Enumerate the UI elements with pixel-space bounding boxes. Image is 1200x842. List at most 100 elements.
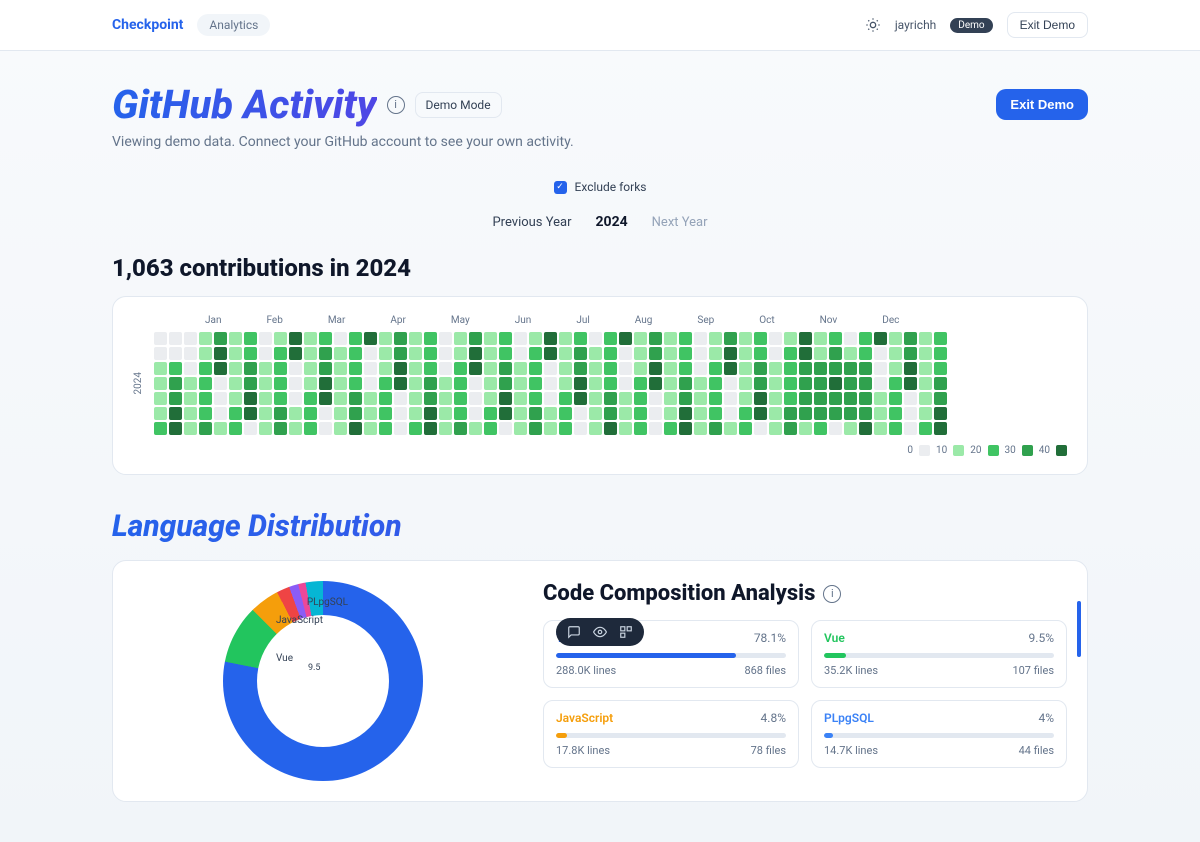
contribution-cell[interactable] [544, 362, 557, 375]
contribution-cell[interactable] [319, 407, 332, 420]
contribution-cell[interactable] [199, 377, 212, 390]
contribution-cell[interactable] [424, 332, 437, 345]
contribution-cell[interactable] [529, 332, 542, 345]
contribution-cell[interactable] [694, 407, 707, 420]
contribution-cell[interactable] [394, 377, 407, 390]
contribution-cell[interactable] [844, 407, 857, 420]
contribution-cell[interactable] [679, 422, 692, 435]
contribution-cell[interactable] [604, 332, 617, 345]
contribution-cell[interactable] [709, 362, 722, 375]
contribution-cell[interactable] [664, 407, 677, 420]
contribution-cell[interactable] [559, 422, 572, 435]
contribution-cell[interactable] [664, 422, 677, 435]
info-icon[interactable]: i [823, 585, 841, 603]
contribution-cell[interactable] [364, 377, 377, 390]
contribution-cell[interactable] [634, 362, 647, 375]
contribution-cell[interactable] [814, 392, 827, 405]
contribution-cell[interactable] [409, 407, 422, 420]
contribution-cell[interactable] [184, 332, 197, 345]
eye-icon[interactable] [592, 624, 608, 640]
contribution-cell[interactable] [709, 422, 722, 435]
contribution-cell[interactable] [874, 422, 887, 435]
contribution-cell[interactable] [754, 377, 767, 390]
contribution-cell[interactable] [394, 332, 407, 345]
contribution-cell[interactable] [829, 377, 842, 390]
contribution-cell[interactable] [799, 407, 812, 420]
contribution-cell[interactable] [589, 422, 602, 435]
contribution-cell[interactable] [484, 422, 497, 435]
contribution-cell[interactable] [934, 392, 947, 405]
contribution-cell[interactable] [364, 347, 377, 360]
contribution-cell[interactable] [349, 377, 362, 390]
contribution-cell[interactable] [589, 392, 602, 405]
contribution-cell[interactable] [859, 407, 872, 420]
contribution-cell[interactable] [634, 422, 647, 435]
contribution-cell[interactable] [499, 392, 512, 405]
contribution-cell[interactable] [589, 377, 602, 390]
contribution-cell[interactable] [664, 377, 677, 390]
contribution-cell[interactable] [334, 362, 347, 375]
contribution-cell[interactable] [544, 422, 557, 435]
contribution-cell[interactable] [664, 392, 677, 405]
contribution-cell[interactable] [214, 362, 227, 375]
contribution-cell[interactable] [529, 392, 542, 405]
contribution-cell[interactable] [784, 392, 797, 405]
contribution-cell[interactable] [274, 377, 287, 390]
contribution-cell[interactable] [634, 377, 647, 390]
contribution-cell[interactable] [319, 332, 332, 345]
contribution-cell[interactable] [199, 407, 212, 420]
contribution-cell[interactable] [844, 362, 857, 375]
username-label[interactable]: jayrichh [895, 18, 936, 32]
contribution-cell[interactable] [814, 347, 827, 360]
contribution-cell[interactable] [904, 332, 917, 345]
contribution-cell[interactable] [694, 332, 707, 345]
contribution-cell[interactable] [289, 347, 302, 360]
contribution-cell[interactable] [514, 392, 527, 405]
contribution-cell[interactable] [199, 332, 212, 345]
contribution-cell[interactable] [814, 422, 827, 435]
contribution-cell[interactable] [589, 332, 602, 345]
contribution-cell[interactable] [829, 347, 842, 360]
contribution-cell[interactable] [889, 392, 902, 405]
contribution-cell[interactable] [724, 377, 737, 390]
contribution-cell[interactable] [649, 332, 662, 345]
contribution-cell[interactable] [604, 422, 617, 435]
contribution-cell[interactable] [514, 407, 527, 420]
contribution-cell[interactable] [259, 377, 272, 390]
contribution-cell[interactable] [319, 392, 332, 405]
contribution-cell[interactable] [514, 377, 527, 390]
contribution-cell[interactable] [424, 407, 437, 420]
contribution-cell[interactable] [364, 422, 377, 435]
contribution-cell[interactable] [469, 332, 482, 345]
contribution-cell[interactable] [889, 407, 902, 420]
contribution-cell[interactable] [859, 332, 872, 345]
contribution-cell[interactable] [334, 347, 347, 360]
contribution-cell[interactable] [769, 407, 782, 420]
contribution-cell[interactable] [799, 347, 812, 360]
contribution-cell[interactable] [784, 347, 797, 360]
contribution-cell[interactable] [649, 392, 662, 405]
contribution-cell[interactable] [799, 332, 812, 345]
contribution-cell[interactable] [934, 377, 947, 390]
contribution-cell[interactable] [289, 362, 302, 375]
contribution-cell[interactable] [244, 362, 257, 375]
contribution-cell[interactable] [214, 332, 227, 345]
contribution-cell[interactable] [919, 332, 932, 345]
contribution-cell[interactable] [934, 407, 947, 420]
contribution-cell[interactable] [349, 392, 362, 405]
exclude-forks-checkbox[interactable]: ✓ Exclude forks [554, 180, 647, 194]
exit-demo-button[interactable]: Exit Demo [996, 89, 1088, 120]
contribution-cell[interactable] [334, 407, 347, 420]
contribution-cell[interactable] [694, 392, 707, 405]
contribution-cell[interactable] [289, 392, 302, 405]
contribution-cell[interactable] [439, 377, 452, 390]
contribution-cell[interactable] [424, 362, 437, 375]
contribution-cell[interactable] [559, 377, 572, 390]
contribution-cell[interactable] [214, 347, 227, 360]
contribution-cell[interactable] [169, 377, 182, 390]
contribution-cell[interactable] [244, 377, 257, 390]
contribution-cell[interactable] [304, 332, 317, 345]
contribution-cell[interactable] [919, 422, 932, 435]
contribution-cell[interactable] [799, 392, 812, 405]
contribution-cell[interactable] [199, 422, 212, 435]
